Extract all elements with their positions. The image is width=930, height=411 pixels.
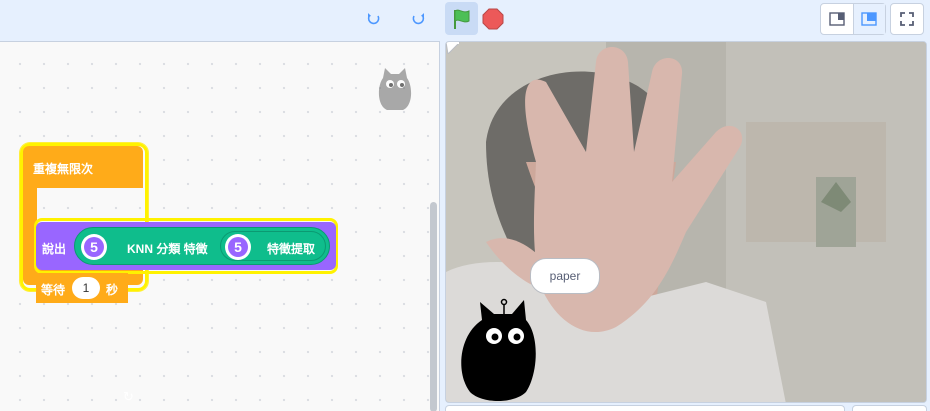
top-toolbar <box>0 0 930 40</box>
say-label: 說出 <box>42 242 67 256</box>
loop-arrow-icon: ↻ <box>123 389 134 404</box>
undo-icon[interactable] <box>362 8 386 30</box>
sprite-info-panel-edge <box>445 405 845 411</box>
large-stage-button[interactable] <box>852 4 885 34</box>
feature-k-input[interactable]: 5 <box>225 234 251 260</box>
small-stage-button[interactable] <box>821 4 853 34</box>
stage-selector-panel-edge <box>852 405 927 411</box>
knn-label: KNN 分類 特徵 <box>127 242 208 256</box>
feature-extract-reporter[interactable]: 5 特徵提取 <box>220 231 326 261</box>
fullscreen-icon <box>900 12 914 26</box>
sprite-thumbnail-icon <box>378 68 412 110</box>
stage[interactable]: paper <box>445 41 927 403</box>
knn-classify-reporter[interactable]: 5 KNN 分類 特徵 5 特徵提取 <box>74 227 330 265</box>
knn-k-value: 5 <box>84 237 104 257</box>
cat-sprite[interactable] <box>454 292 546 402</box>
redo-icon[interactable] <box>406 8 430 30</box>
speech-bubble: paper <box>530 258 600 294</box>
feature-k-value: 5 <box>228 237 248 257</box>
feature-label: 特徵提取 <box>267 242 316 256</box>
stage-size-toggle <box>820 3 886 35</box>
green-flag-button[interactable] <box>445 2 478 35</box>
knn-k-input[interactable]: 5 <box>81 234 107 260</box>
forever-block-top: 重複無限次 <box>23 146 143 188</box>
speech-bubble-tail <box>446 42 460 54</box>
code-area-scrollbar[interactable] <box>430 202 437 411</box>
wait-label: 等待 <box>41 283 66 297</box>
green-flag-icon <box>453 9 469 29</box>
stop-button[interactable] <box>480 5 506 33</box>
wait-block[interactable]: 等待 1 秒 <box>36 273 128 303</box>
large-stage-icon <box>861 12 878 26</box>
forever-label: 重複無限次 <box>33 162 94 176</box>
wait-unit: 秒 <box>106 283 119 297</box>
small-stage-icon <box>829 12 845 26</box>
stop-icon <box>482 8 504 30</box>
fullscreen-button[interactable] <box>890 3 924 35</box>
say-block[interactable]: 說出 5 KNN 分類 特徵 5 特徵提取 <box>34 218 338 274</box>
wait-seconds-input[interactable]: 1 <box>72 277 100 299</box>
